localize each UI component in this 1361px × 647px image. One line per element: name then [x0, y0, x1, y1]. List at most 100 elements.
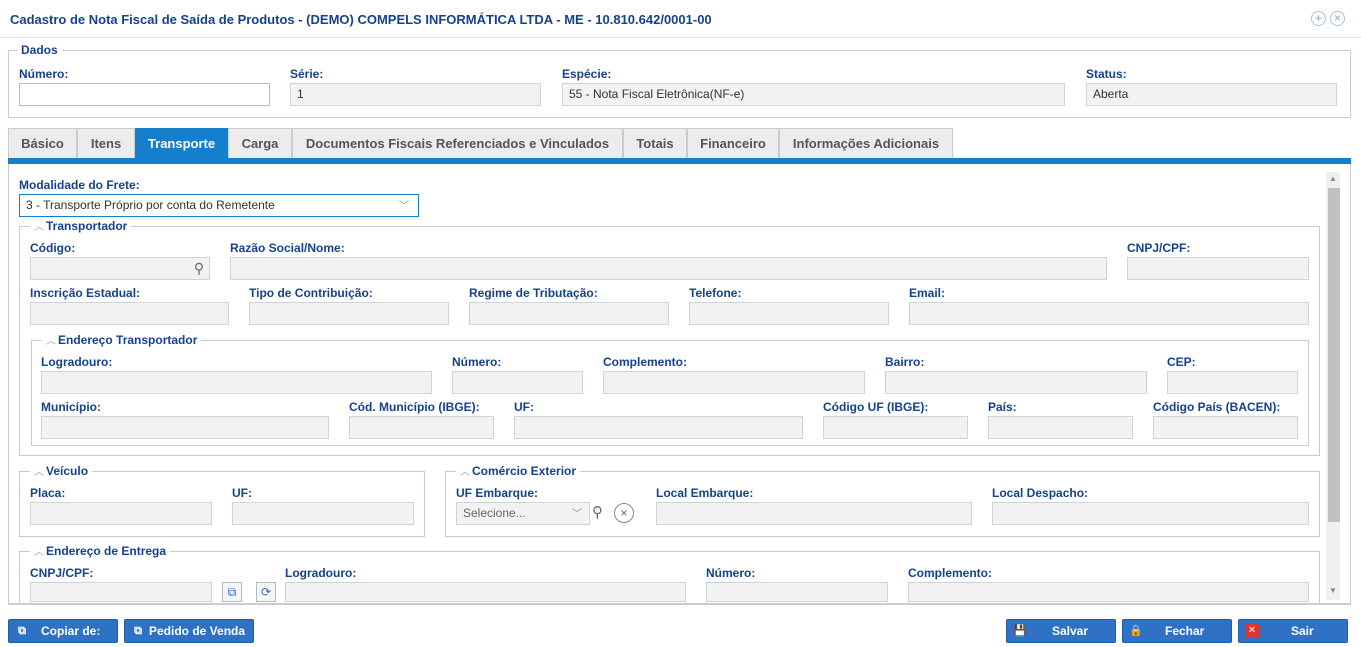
save-icon: 💾: [1013, 625, 1027, 637]
serie-label: Série:: [290, 67, 324, 81]
entrega-numero-input[interactable]: [706, 582, 888, 602]
scroll-down-icon[interactable]: ▼: [1326, 584, 1340, 598]
veiculo-uf-input[interactable]: [232, 502, 414, 525]
logradouro-input[interactable]: [41, 371, 432, 394]
especie-input[interactable]: 55 - Nota Fiscal Eletrônica(NF-e): [562, 83, 1065, 106]
refresh-icon[interactable]: ⟳: [256, 582, 276, 602]
copiar-de-button[interactable]: ⧉ Copiar de:: [8, 619, 118, 643]
collapse-icon[interactable]: ︿: [34, 221, 46, 235]
sair-button[interactable]: ✕ Sair: [1238, 619, 1348, 643]
endereco-entrega-legend: ︿ Endereço de Entrega: [30, 544, 171, 560]
numero-label: Número:: [19, 67, 69, 81]
cnpj-input[interactable]: [1127, 257, 1309, 280]
ie-label: Inscrição Estadual:: [30, 286, 141, 300]
codigo-uf-label: Código UF (IBGE):: [823, 400, 929, 414]
modalidade-label: Modalidade do Frete:: [19, 178, 140, 192]
regime-input[interactable]: [469, 302, 669, 325]
local-embarque-label: Local Embarque:: [656, 486, 754, 500]
tab-itens[interactable]: Itens: [77, 128, 135, 158]
comercio-exterior-legend: ︿ Comércio Exterior: [456, 464, 581, 480]
entrega-complemento-input[interactable]: [908, 582, 1309, 602]
cnpj-label: CNPJ/CPF:: [1127, 241, 1191, 255]
local-despacho-label: Local Despacho:: [992, 486, 1089, 500]
salvar-button[interactable]: 💾 Salvar: [1006, 619, 1116, 643]
copy-icon[interactable]: ⧉: [222, 582, 242, 602]
complemento-input[interactable]: [603, 371, 865, 394]
search-icon[interactable]: ⚲: [188, 257, 210, 280]
chevron-down-icon[interactable]: ﹀: [572, 505, 582, 520]
tab-financeiro[interactable]: Financeiro: [687, 128, 779, 158]
municipio-input[interactable]: [41, 416, 329, 439]
status-label: Status:: [1086, 67, 1127, 81]
dados-legend: Dados: [17, 43, 62, 57]
uf-embarque-label: UF Embarque:: [456, 486, 539, 500]
veiculo-uf-label: UF:: [232, 486, 252, 500]
clear-icon[interactable]: ×: [614, 503, 634, 523]
codigo-uf-input[interactable]: [823, 416, 968, 439]
bairro-input[interactable]: [885, 371, 1147, 394]
codigo-input[interactable]: [30, 257, 210, 280]
local-despacho-input[interactable]: [992, 502, 1309, 525]
modalidade-select[interactable]: 3 - Transporte Próprio por conta do Reme…: [19, 194, 419, 217]
tab-body-bottom: [8, 604, 1351, 612]
collapse-icon[interactable]: ︿: [460, 466, 472, 480]
tab-totais[interactable]: Totais: [623, 128, 687, 158]
cod-municipio-input[interactable]: [349, 416, 494, 439]
uf-embarque-select[interactable]: Selecione...: [456, 502, 590, 525]
uf-input[interactable]: [514, 416, 803, 439]
numero-input[interactable]: [19, 83, 270, 106]
telefone-label: Telefone:: [689, 286, 742, 300]
pedido-de-venda-button[interactable]: ⧉ Pedido de Venda: [124, 619, 254, 643]
codigo-pais-input[interactable]: [1153, 416, 1298, 439]
placa-input[interactable]: [30, 502, 212, 525]
codigo-label: Código:: [30, 241, 76, 255]
pais-label: País:: [988, 400, 1017, 414]
entrega-logradouro-label: Logradouro:: [285, 566, 357, 580]
transportador-legend: ︿ Transportador: [30, 219, 132, 235]
endereco-transportador-legend: ︿ Endereço Transportador: [42, 333, 202, 349]
collapse-icon[interactable]: ︿: [34, 466, 46, 480]
veiculo-legend: ︿ Veículo: [30, 464, 93, 480]
expand-icon[interactable]: +: [1311, 11, 1326, 26]
cep-label: CEP:: [1167, 355, 1196, 369]
razao-label: Razão Social/Nome:: [230, 241, 345, 255]
tab-basico[interactable]: Básico: [8, 128, 77, 158]
search-icon[interactable]: ⚲: [592, 503, 603, 521]
tab-carga[interactable]: Carga: [228, 128, 292, 158]
exit-icon: ✕: [1245, 624, 1259, 638]
serie-input[interactable]: 1: [290, 83, 541, 106]
tab-transporte[interactable]: Transporte: [135, 128, 228, 158]
tab-documentos-fiscais[interactable]: Documentos Fiscais Referenciados e Vincu…: [292, 128, 623, 158]
entrega-cnpj-input[interactable]: [30, 582, 212, 602]
entrega-complemento-label: Complemento:: [908, 566, 992, 580]
pais-input[interactable]: [988, 416, 1133, 439]
status-input[interactable]: Aberta: [1086, 83, 1337, 106]
placa-label: Placa:: [30, 486, 66, 500]
end-numero-input[interactable]: [452, 371, 583, 394]
entrega-numero-label: Número:: [706, 566, 756, 580]
close-icon[interactable]: ×: [1330, 11, 1345, 26]
tipo-contrib-input[interactable]: [249, 302, 449, 325]
email-input[interactable]: [909, 302, 1309, 325]
chevron-down-icon[interactable]: ﹀: [399, 197, 409, 212]
bairro-label: Bairro:: [885, 355, 925, 369]
collapse-icon[interactable]: ︿: [34, 546, 46, 560]
local-embarque-input[interactable]: [656, 502, 972, 525]
telefone-input[interactable]: [689, 302, 889, 325]
fechar-button[interactable]: 🔒 Fechar: [1122, 619, 1232, 643]
logradouro-label: Logradouro:: [41, 355, 113, 369]
copy-icon: ⧉: [18, 625, 26, 637]
scroll-thumb[interactable]: [1328, 188, 1340, 522]
tab-informacoes-adicionais[interactable]: Informações Adicionais: [779, 128, 953, 158]
ie-input[interactable]: [30, 302, 229, 325]
entrega-logradouro-input[interactable]: [285, 582, 686, 602]
copy-icon: ⧉: [134, 625, 142, 637]
regime-label: Regime de Tributação:: [469, 286, 598, 300]
footer-toolbar: ⧉ Copiar de: ⧉ Pedido de Venda 💾 Salvar …: [0, 612, 1361, 647]
cod-municipio-label: Cód. Município (IBGE):: [349, 400, 480, 414]
tipo-contrib-label: Tipo de Contribuição:: [249, 286, 373, 300]
razao-input[interactable]: [230, 257, 1107, 280]
collapse-icon[interactable]: ︿: [46, 335, 58, 349]
scroll-up-icon[interactable]: ▲: [1326, 172, 1340, 186]
cep-input[interactable]: [1167, 371, 1298, 394]
